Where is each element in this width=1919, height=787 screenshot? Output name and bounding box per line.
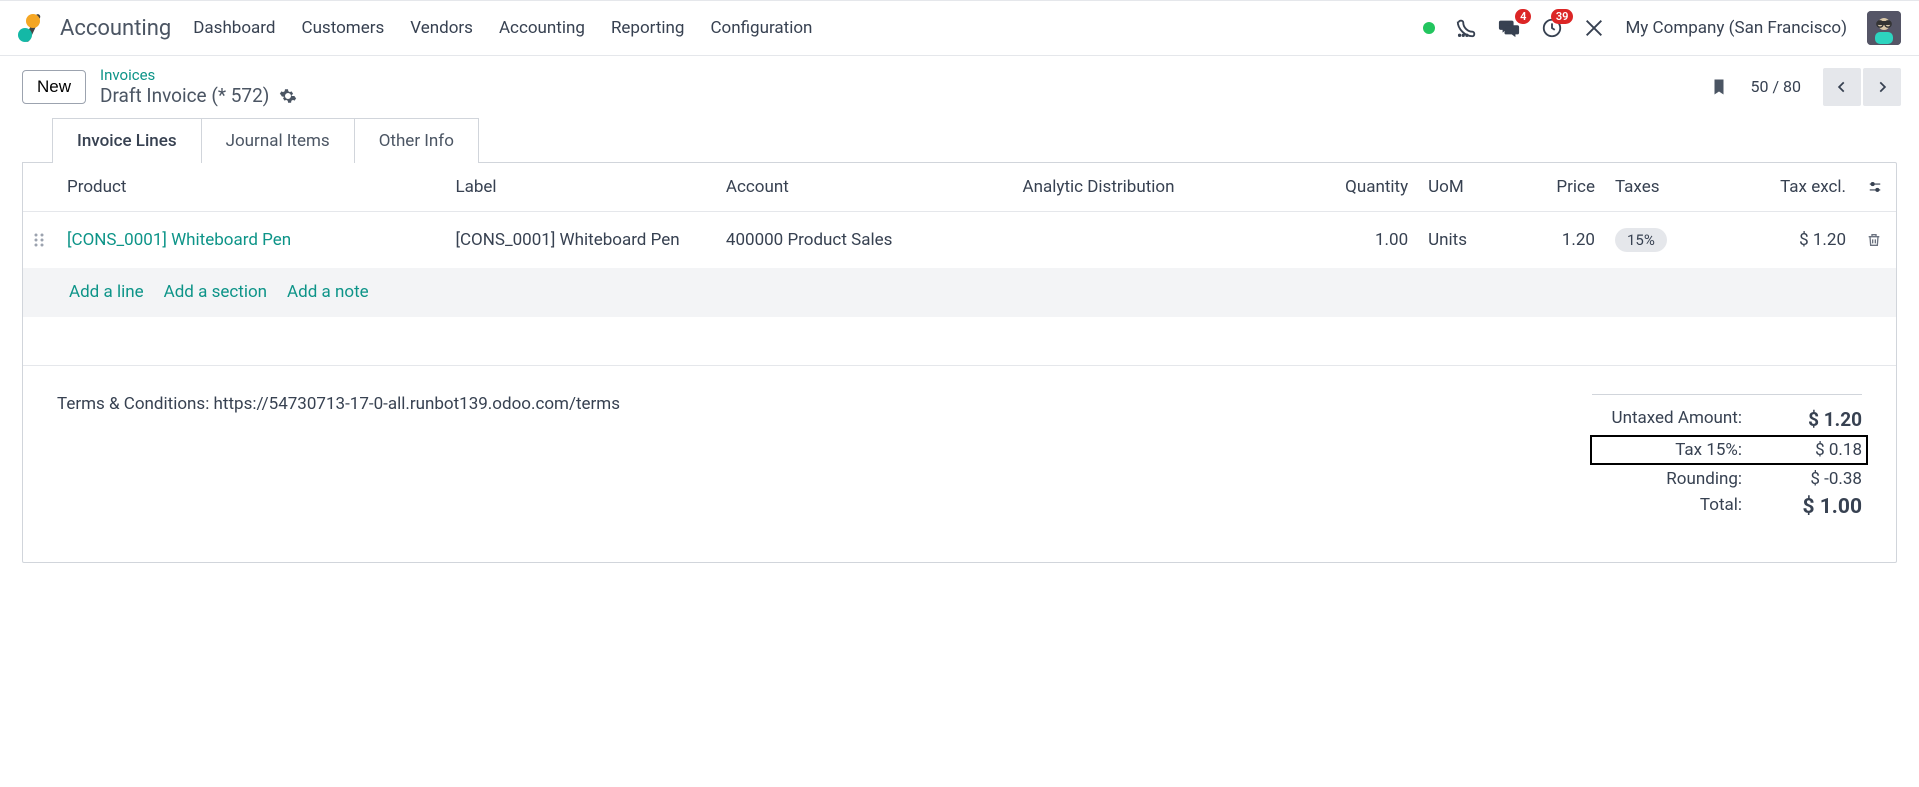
drag-handle-icon[interactable] xyxy=(23,212,57,269)
add-note-link[interactable]: Add a note xyxy=(287,282,369,302)
notebook-tabs: Invoice Lines Journal Items Other Info xyxy=(52,117,1897,162)
cell-tax-excl: $ 1.20 xyxy=(1719,212,1856,269)
cell-analytic[interactable] xyxy=(1013,212,1287,269)
presence-indicator-icon xyxy=(1423,22,1435,34)
messages-icon[interactable]: 4 xyxy=(1497,17,1521,39)
cell-uom[interactable]: Units xyxy=(1418,212,1512,269)
total-label: Total: xyxy=(1612,495,1742,519)
form-sheet: Invoice Lines Journal Items Other Info P… xyxy=(22,117,1897,563)
gear-icon[interactable] xyxy=(279,87,297,105)
app-logo[interactable] xyxy=(18,14,46,42)
nav-accounting[interactable]: Accounting xyxy=(499,18,585,38)
untaxed-value: $ 1.20 xyxy=(1772,408,1862,431)
rounding-value: $ -0.38 xyxy=(1772,469,1862,489)
add-row: Add a line Add a section Add a note xyxy=(23,268,1896,317)
col-price[interactable]: Price xyxy=(1512,163,1605,212)
nav-customers[interactable]: Customers xyxy=(302,18,385,38)
pager-text[interactable]: 50 / 80 xyxy=(1750,77,1801,96)
add-line-link[interactable]: Add a line xyxy=(69,282,144,302)
col-tax-excl[interactable]: Tax excl. xyxy=(1719,163,1856,212)
cell-account[interactable]: 400000 Product Sales xyxy=(716,212,1013,269)
tools-icon[interactable] xyxy=(1583,17,1605,39)
nav-configuration[interactable]: Configuration xyxy=(710,18,812,38)
totals-block: Untaxed Amount: $ 1.20 Tax 15%: $ 0.18 R… xyxy=(1592,394,1862,522)
control-bar: New Invoices Draft Invoice (* 572) 50 / … xyxy=(0,56,1919,117)
nav-reporting[interactable]: Reporting xyxy=(611,18,685,38)
col-uom[interactable]: UoM xyxy=(1418,163,1512,212)
page-title: Draft Invoice (* 572) xyxy=(100,84,269,107)
tab-journal-items[interactable]: Journal Items xyxy=(202,118,355,163)
top-nav: Accounting Dashboard Customers Vendors A… xyxy=(0,0,1919,56)
user-avatar[interactable] xyxy=(1867,11,1901,45)
app-title[interactable]: Accounting xyxy=(60,16,171,41)
nav-menu: Dashboard Customers Vendors Accounting R… xyxy=(193,18,812,38)
invoice-lines-table: Product Label Account Analytic Distribut… xyxy=(23,163,1896,365)
delete-row-icon[interactable] xyxy=(1856,212,1896,269)
col-account[interactable]: Account xyxy=(716,163,1013,212)
table-row[interactable]: [CONS_0001] Whiteboard Pen [CONS_0001] W… xyxy=(23,212,1896,269)
bookmark-icon[interactable] xyxy=(1710,76,1728,98)
pager-prev-button[interactable] xyxy=(1823,68,1861,106)
adjust-columns-icon[interactable] xyxy=(1866,180,1886,194)
activities-icon[interactable]: 39 xyxy=(1541,17,1563,39)
new-button[interactable]: New xyxy=(22,70,86,104)
terms-text[interactable]: Terms & Conditions: https://54730713-17-… xyxy=(57,394,620,414)
total-value: $ 1.00 xyxy=(1772,495,1862,519)
col-product[interactable]: Product xyxy=(57,163,445,212)
col-analytic[interactable]: Analytic Distribution xyxy=(1013,163,1287,212)
nav-dashboard[interactable]: Dashboard xyxy=(193,18,275,38)
col-taxes[interactable]: Taxes xyxy=(1605,163,1719,212)
cell-quantity[interactable]: 1.00 xyxy=(1286,212,1418,269)
activities-badge: 39 xyxy=(1551,9,1574,24)
cell-price[interactable]: 1.20 xyxy=(1512,212,1605,269)
untaxed-label: Untaxed Amount: xyxy=(1612,408,1742,431)
add-section-link[interactable]: Add a section xyxy=(164,282,267,302)
tab-invoice-lines[interactable]: Invoice Lines xyxy=(52,118,202,163)
tab-other-info[interactable]: Other Info xyxy=(355,118,479,163)
rounding-label: Rounding: xyxy=(1612,469,1742,489)
phone-icon[interactable] xyxy=(1455,17,1477,39)
col-quantity[interactable]: Quantity xyxy=(1286,163,1418,212)
nav-vendors[interactable]: Vendors xyxy=(410,18,473,38)
breadcrumb-parent[interactable]: Invoices xyxy=(100,66,297,84)
cell-label[interactable]: [CONS_0001] Whiteboard Pen xyxy=(445,212,715,269)
cell-product[interactable]: [CONS_0001] Whiteboard Pen xyxy=(67,230,291,250)
tax-value: $ 0.18 xyxy=(1772,440,1862,460)
tax-label: Tax 15%: xyxy=(1612,440,1742,460)
messages-badge: 4 xyxy=(1515,9,1531,24)
company-selector[interactable]: My Company (San Francisco) xyxy=(1625,18,1847,38)
tax-chip[interactable]: 15% xyxy=(1615,228,1667,252)
pager-next-button[interactable] xyxy=(1863,68,1901,106)
col-label[interactable]: Label xyxy=(445,163,715,212)
